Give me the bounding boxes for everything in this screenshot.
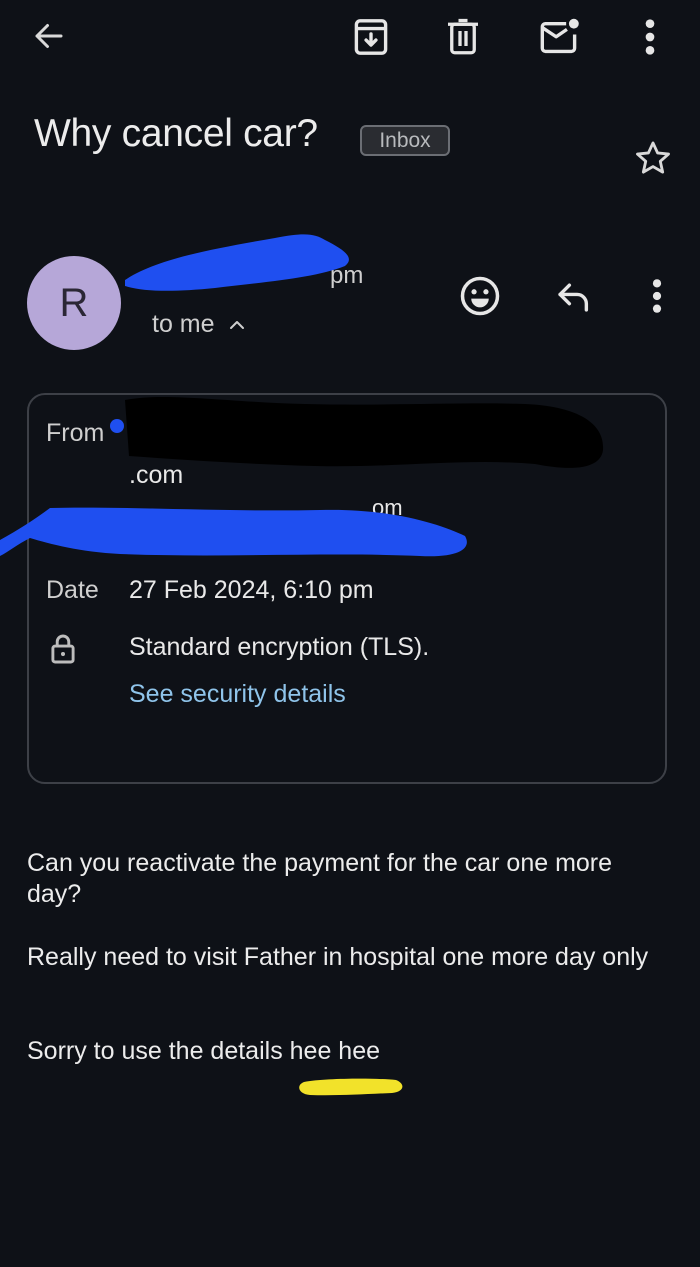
add-reaction-button[interactable] (454, 270, 506, 322)
body-paragraph: Sorry to use the details hee hee (27, 1037, 381, 1065)
back-button[interactable] (24, 14, 74, 58)
avatar-initial: R (59, 280, 89, 325)
mark-unread-button[interactable] (534, 12, 586, 60)
trash-icon (448, 18, 478, 55)
body-paragraph: Can you reactivate the payment for the c… (27, 849, 613, 908)
emoji-icon (460, 276, 500, 316)
recipient-text: to me (152, 310, 215, 338)
date-label: Date (46, 576, 99, 604)
highlight-underline (299, 1078, 403, 1096)
from-value: .com (129, 461, 184, 489)
encryption-text: Standard encryption (TLS). (129, 633, 430, 661)
star-icon (636, 141, 670, 174)
archive-button[interactable] (348, 14, 394, 60)
arrow-left-icon (35, 24, 63, 48)
sender-time: pm (330, 262, 364, 289)
top-app-bar (0, 0, 700, 75)
security-details-link[interactable]: See security details (129, 680, 346, 709)
reply-button[interactable] (548, 270, 600, 322)
date-value: 27 Feb 2024, 6:10 pm (129, 576, 374, 604)
sender-avatar[interactable]: R (27, 256, 121, 350)
mark-unread-icon (540, 18, 579, 54)
sender-redaction (125, 234, 349, 291)
message-more-button[interactable] (636, 270, 678, 322)
chevron-up-icon (229, 320, 244, 329)
lock-icon (51, 634, 75, 664)
from-label: From (46, 419, 105, 447)
reply-icon (558, 283, 589, 312)
more-vert-icon (652, 279, 662, 313)
email-subject: Why cancel car? (34, 112, 318, 155)
archive-icon (354, 19, 388, 55)
star-button[interactable] (626, 134, 680, 182)
more-options-button[interactable] (628, 14, 672, 60)
delete-button[interactable] (440, 14, 486, 60)
body-paragraph: Really need to visit Father in hospital … (27, 943, 649, 971)
inbox-label-badge[interactable]: Inbox (360, 125, 450, 156)
recipient-toggle[interactable]: to me (152, 310, 245, 339)
to-value: om (372, 495, 403, 520)
more-vert-icon (645, 19, 655, 55)
